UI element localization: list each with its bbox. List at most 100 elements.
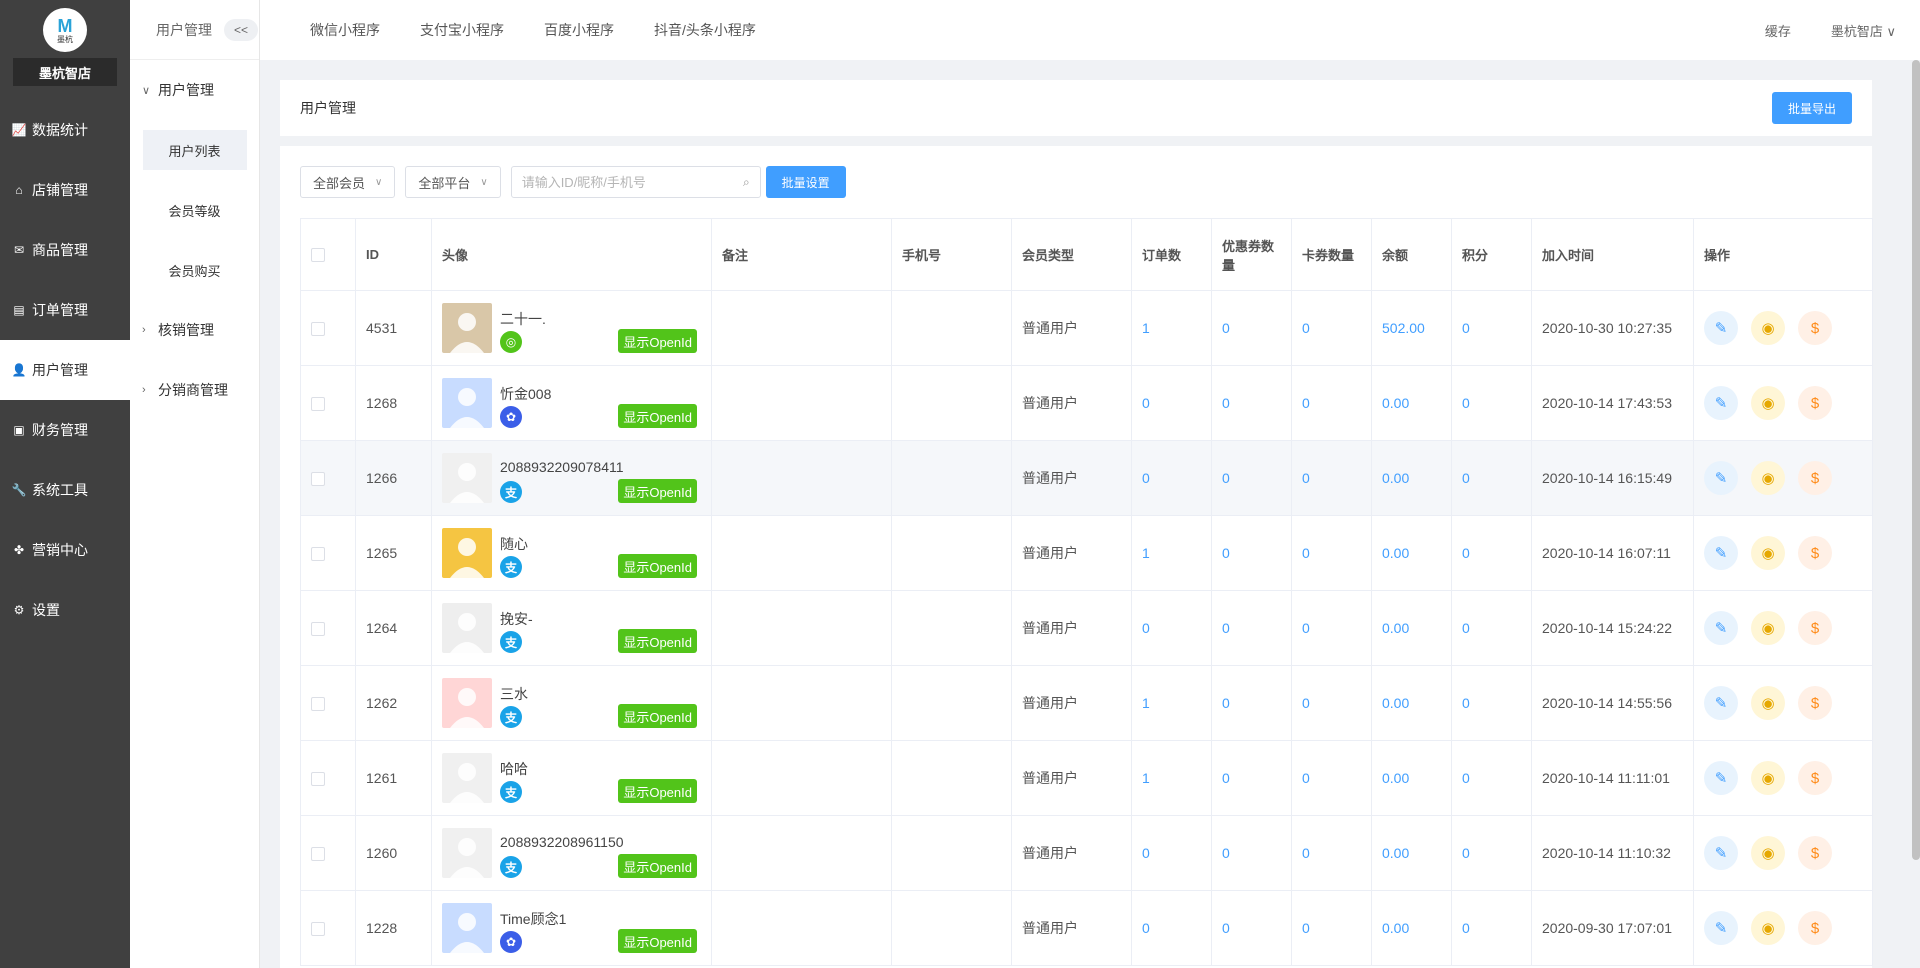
batch-settings-button[interactable]: 批量设置	[765, 166, 846, 198]
sub-item-user-list[interactable]: 用户列表	[130, 120, 259, 180]
cell-coupons[interactable]: 0	[1211, 590, 1292, 666]
cell-balance[interactable]: 0.00	[1371, 590, 1452, 666]
row-checkbox[interactable]	[311, 697, 325, 712]
show-openid-button[interactable]: 显示OpenId	[618, 479, 697, 503]
cell-points[interactable]: 0	[1451, 740, 1532, 816]
sub-group-distributor[interactable]: › 分销商管理	[130, 360, 259, 420]
nav-item-marketing[interactable]: ✤ 营销中心	[0, 520, 130, 580]
sub-group-users[interactable]: ∨ 用户管理	[130, 60, 259, 120]
edit-icon[interactable]: ✎	[1704, 611, 1738, 645]
sub-item-member-purchase[interactable]: 会员购买	[130, 240, 259, 300]
account-menu[interactable]: 墨杭智店 ∨	[1831, 21, 1896, 40]
cell-balance[interactable]: 0.00	[1371, 515, 1452, 591]
money-bag-icon[interactable]: $	[1798, 536, 1832, 570]
cell-points[interactable]: 0	[1451, 590, 1532, 666]
show-openid-button[interactable]: 显示OpenId	[618, 329, 697, 353]
nav-item-stats[interactable]: 📈 数据统计	[0, 100, 130, 160]
cell-cards[interactable]: 0	[1291, 365, 1372, 441]
cell-coupons[interactable]: 0	[1211, 365, 1292, 441]
cell-orders[interactable]: 1	[1131, 515, 1212, 591]
cell-points[interactable]: 0	[1451, 665, 1532, 741]
cell-cards[interactable]: 0	[1291, 665, 1372, 741]
select-all-checkbox[interactable]	[311, 248, 325, 263]
cell-points[interactable]: 0	[1451, 290, 1532, 366]
cell-orders[interactable]: 0	[1131, 440, 1212, 516]
search-input[interactable]	[521, 174, 743, 190]
shop-name[interactable]: 墨杭智店	[13, 58, 117, 86]
show-openid-button[interactable]: 显示OpenId	[618, 629, 697, 653]
cell-coupons[interactable]: 0	[1211, 890, 1292, 966]
show-openid-button[interactable]: 显示OpenId	[618, 704, 697, 728]
page-scrollbar[interactable]	[1912, 60, 1920, 860]
edit-icon[interactable]: ✎	[1704, 536, 1738, 570]
money-bag-icon[interactable]: $	[1798, 386, 1832, 420]
row-checkbox[interactable]	[311, 622, 325, 637]
row-checkbox[interactable]	[311, 547, 325, 562]
nav-item-goods[interactable]: ✉ 商品管理	[0, 220, 130, 280]
nav-item-finance[interactable]: ▣ 财务管理	[0, 400, 130, 460]
cell-balance[interactable]: 0.00	[1371, 890, 1452, 966]
nav-item-settings[interactable]: ⚙ 设置	[0, 580, 130, 640]
money-bag-icon[interactable]: $	[1798, 911, 1832, 945]
cell-cards[interactable]: 0	[1291, 515, 1372, 591]
cell-points[interactable]: 0	[1451, 440, 1532, 516]
nav-item-shop[interactable]: ⌂ 店铺管理	[0, 160, 130, 220]
money-bag-icon[interactable]: $	[1798, 836, 1832, 870]
cell-coupons[interactable]: 0	[1211, 665, 1292, 741]
cell-coupons[interactable]: 0	[1211, 440, 1292, 516]
edit-icon[interactable]: ✎	[1704, 311, 1738, 345]
cell-cards[interactable]: 0	[1291, 740, 1372, 816]
sub-group-verify[interactable]: › 核销管理	[130, 300, 259, 360]
cell-cards[interactable]: 0	[1291, 440, 1372, 516]
member-select[interactable]: 全部会员 ∨	[300, 166, 396, 198]
coins-icon[interactable]: ◉	[1751, 536, 1785, 570]
coins-icon[interactable]: ◉	[1751, 761, 1785, 795]
coins-icon[interactable]: ◉	[1751, 911, 1785, 945]
cell-points[interactable]: 0	[1451, 515, 1532, 591]
coins-icon[interactable]: ◉	[1751, 386, 1785, 420]
nav-item-tools[interactable]: 🔧 系统工具	[0, 460, 130, 520]
cell-cards[interactable]: 0	[1291, 590, 1372, 666]
row-checkbox[interactable]	[311, 847, 325, 862]
money-bag-icon[interactable]: $	[1798, 311, 1832, 345]
nav-item-users[interactable]: 👤 用户管理	[0, 340, 130, 400]
cell-cards[interactable]: 0	[1291, 890, 1372, 966]
tab-wechat[interactable]: 微信小程序	[310, 20, 380, 40]
cell-orders[interactable]: 1	[1131, 290, 1212, 366]
platform-select[interactable]: 全部平台 ∨	[405, 166, 501, 198]
show-openid-button[interactable]: 显示OpenId	[618, 854, 697, 878]
money-bag-icon[interactable]: $	[1798, 686, 1832, 720]
cell-coupons[interactable]: 0	[1211, 815, 1292, 891]
cell-balance[interactable]: 502.00	[1371, 290, 1452, 366]
coins-icon[interactable]: ◉	[1751, 611, 1785, 645]
collapse-button[interactable]: <<	[224, 18, 258, 41]
nav-item-orders[interactable]: ▤ 订单管理	[0, 280, 130, 340]
search-icon[interactable]: ⌕	[743, 175, 750, 190]
cell-orders[interactable]: 1	[1131, 665, 1212, 741]
row-checkbox[interactable]	[311, 772, 325, 787]
show-openid-button[interactable]: 显示OpenId	[618, 779, 697, 803]
coins-icon[interactable]: ◉	[1751, 686, 1785, 720]
tab-baidu[interactable]: 百度小程序	[544, 20, 614, 40]
money-bag-icon[interactable]: $	[1798, 761, 1832, 795]
coins-icon[interactable]: ◉	[1751, 461, 1785, 495]
cell-coupons[interactable]: 0	[1211, 290, 1292, 366]
cell-orders[interactable]: 0	[1131, 590, 1212, 666]
cell-balance[interactable]: 0.00	[1371, 440, 1452, 516]
cell-coupons[interactable]: 0	[1211, 740, 1292, 816]
cell-points[interactable]: 0	[1451, 815, 1532, 891]
row-checkbox[interactable]	[311, 922, 325, 937]
edit-icon[interactable]: ✎	[1704, 911, 1738, 945]
batch-export-button[interactable]: 批量导出	[1772, 92, 1852, 124]
cell-coupons[interactable]: 0	[1211, 515, 1292, 591]
cell-orders[interactable]: 0	[1131, 815, 1212, 891]
edit-icon[interactable]: ✎	[1704, 836, 1738, 870]
row-checkbox[interactable]	[311, 322, 325, 337]
row-checkbox[interactable]	[311, 397, 325, 412]
cell-balance[interactable]: 0.00	[1371, 815, 1452, 891]
cell-points[interactable]: 0	[1451, 890, 1532, 966]
show-openid-button[interactable]: 显示OpenId	[618, 404, 697, 428]
cache-link[interactable]: 缓存	[1765, 21, 1791, 40]
cell-orders[interactable]: 0	[1131, 365, 1212, 441]
tab-alipay[interactable]: 支付宝小程序	[420, 20, 504, 40]
